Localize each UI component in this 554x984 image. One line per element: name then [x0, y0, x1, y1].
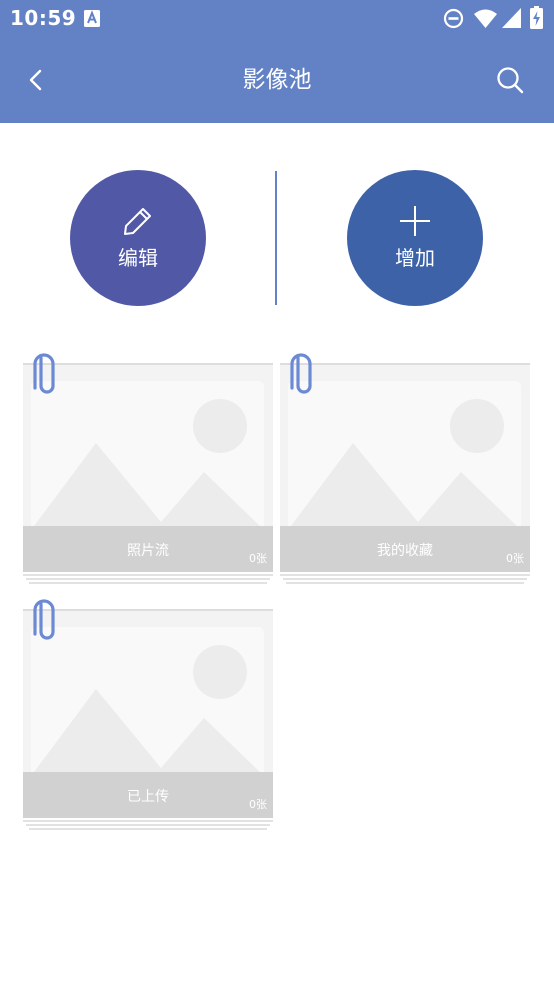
album-card-favorites[interactable]: 我的收藏 0张 — [280, 350, 530, 585]
back-button[interactable] — [20, 62, 54, 98]
paperclip-icon — [290, 352, 314, 396]
page-title: 影像池 — [242, 67, 312, 93]
album-count: 0张 — [249, 798, 267, 811]
do-not-disturb-icon — [443, 8, 464, 29]
edit-button-label: 编辑 — [118, 246, 158, 270]
battery-charging-icon — [530, 6, 543, 29]
text-notification-icon — [84, 10, 100, 27]
search-icon — [497, 67, 524, 94]
pencil-icon — [124, 208, 151, 235]
album-count: 0张 — [506, 552, 524, 565]
album-card-photo-stream[interactable]: 照片流 0张 — [23, 350, 273, 585]
paperclip-icon — [33, 352, 57, 396]
edit-button[interactable]: 编辑 — [70, 170, 206, 306]
add-button[interactable]: 增加 — [347, 170, 483, 306]
status-bar: 10:59 — [0, 0, 554, 38]
add-button-label: 增加 — [395, 246, 435, 270]
album-name: 我的收藏 — [377, 543, 433, 559]
chevron-left-icon — [29, 69, 42, 91]
album-card-uploaded[interactable]: 已上传 0张 — [23, 596, 273, 831]
album-count: 0张 — [249, 552, 267, 565]
search-button[interactable] — [490, 62, 530, 98]
status-time: 10:59 — [10, 6, 77, 30]
album-name: 照片流 — [127, 543, 169, 559]
wifi-icon — [474, 9, 497, 28]
album-name: 已上传 — [127, 789, 169, 805]
app-header: 10:59 影像池 — [0, 0, 554, 123]
action-divider — [275, 171, 277, 305]
paperclip-icon — [33, 598, 57, 642]
cellular-signal-icon — [502, 8, 521, 28]
plus-icon — [400, 206, 430, 236]
